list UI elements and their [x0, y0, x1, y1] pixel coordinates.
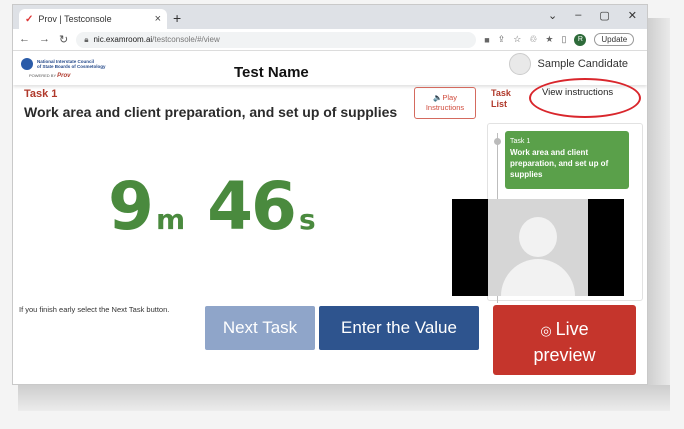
minimize-icon[interactable]: –	[575, 9, 581, 22]
share-icon[interactable]: ⇪	[498, 34, 506, 45]
check-icon: ✓	[25, 13, 34, 25]
live-preview-button[interactable]: ◎ Live preview	[493, 305, 636, 375]
url-host: nic.examroom.ai	[93, 35, 153, 44]
task-list-timeline-dot	[494, 138, 501, 145]
tab-title: Prov | Testconsole	[38, 14, 112, 24]
view-instructions-link[interactable]: View instructions	[542, 87, 613, 98]
new-tab-button[interactable]: +	[173, 10, 181, 26]
timer-minutes-unit: m	[155, 203, 186, 236]
tab-strip: ✓ Prov | Testconsole × + ⌄ – ▢ ✕	[13, 5, 647, 29]
tab-close-icon[interactable]: ×	[155, 13, 161, 25]
webcam-preview	[452, 199, 624, 296]
window-shadow-right	[648, 18, 670, 398]
logo-line-2: of State Boards of Cosmetology	[37, 64, 106, 69]
profile-avatar[interactable]: R	[574, 33, 587, 46]
window-controls: ⌄ – ▢ ✕	[548, 9, 637, 22]
nic-logo: National Interstate Council of State Boa…	[21, 58, 111, 80]
pin-icon[interactable]: ★	[545, 34, 553, 45]
tab-search-icon[interactable]: ⌄	[548, 9, 557, 22]
user-placeholder-body	[501, 259, 575, 296]
task-label: Task 1	[24, 88, 58, 100]
test-name: Test Name	[234, 64, 309, 81]
live-preview-label-1: Live	[555, 319, 589, 339]
play-instructions-line-2: Instructions	[425, 103, 465, 112]
play-instructions-line-1: 🔈Play	[433, 93, 457, 102]
update-button[interactable]: Update	[594, 33, 635, 46]
timer-seconds-unit: s	[298, 203, 316, 236]
task-list-item[interactable]: Task 1 Work area and client preparation,…	[505, 131, 629, 189]
browser-toolbar-icons: ■ ⇪ ☆ ♲ ★ ▯ R Update	[484, 33, 635, 46]
play-instructions-button[interactable]: 🔈Play Instructions	[414, 87, 476, 119]
camera-icon[interactable]: ■	[484, 35, 489, 45]
candidate-name: Sample Candidate	[537, 58, 628, 70]
bookmark-star-icon[interactable]: ☆	[513, 34, 521, 45]
close-window-icon[interactable]: ✕	[628, 9, 637, 22]
lock-icon: 🔒︎	[84, 34, 89, 44]
highlight-annotation-circle	[529, 78, 641, 118]
address-bar: ← → ↻ 🔒︎ nic.examroom.ai /testconsole/#/…	[13, 29, 647, 51]
user-placeholder-icon	[519, 217, 557, 257]
task-list-item-name: Work area and client preparation, and se…	[510, 148, 609, 179]
forward-icon[interactable]: →	[39, 33, 50, 46]
live-preview-label-2: preview	[533, 345, 596, 365]
candidate-info: Sample Candidate	[509, 53, 628, 75]
url-path: /testconsole/#/view	[152, 35, 220, 44]
maximize-icon[interactable]: ▢	[599, 9, 609, 22]
enter-value-button[interactable]: Enter the Value	[319, 306, 479, 350]
task-list-item-number: Task 1	[510, 138, 531, 145]
reload-icon[interactable]: ↻	[59, 33, 68, 46]
back-icon[interactable]: ←	[19, 33, 30, 46]
logo-powered-by: POWERED BY Prov	[29, 73, 71, 79]
nic-seal-icon	[21, 58, 33, 70]
window-shadow-bottom	[18, 385, 670, 411]
timer-seconds: 46	[207, 168, 297, 245]
webcam-placeholder	[488, 199, 588, 296]
eye-slash-icon: ◎	[540, 323, 552, 338]
url-field[interactable]: 🔒︎ nic.examroom.ai /testconsole/#/view	[76, 31, 477, 48]
finish-early-note: If you finish early select the Next Task…	[19, 305, 170, 314]
next-task-button[interactable]: Next Task	[205, 306, 315, 350]
countdown-timer: 9 m 46 s	[108, 168, 338, 245]
task-list-heading: Task List	[491, 88, 511, 109]
nav-controls: ← → ↻	[19, 33, 68, 46]
extension-icon[interactable]: ♲	[529, 34, 537, 45]
screenshot-frame: ✓ Prov | Testconsole × + ⌄ – ▢ ✕ ← → ↻ 🔒…	[0, 0, 684, 429]
browser-tab[interactable]: ✓ Prov | Testconsole ×	[19, 9, 167, 29]
timer-minutes: 9	[108, 168, 154, 245]
task-title: Work area and client preparation, and se…	[24, 104, 398, 120]
candidate-avatar	[509, 53, 532, 75]
sidepanel-icon[interactable]: ▯	[561, 34, 566, 45]
